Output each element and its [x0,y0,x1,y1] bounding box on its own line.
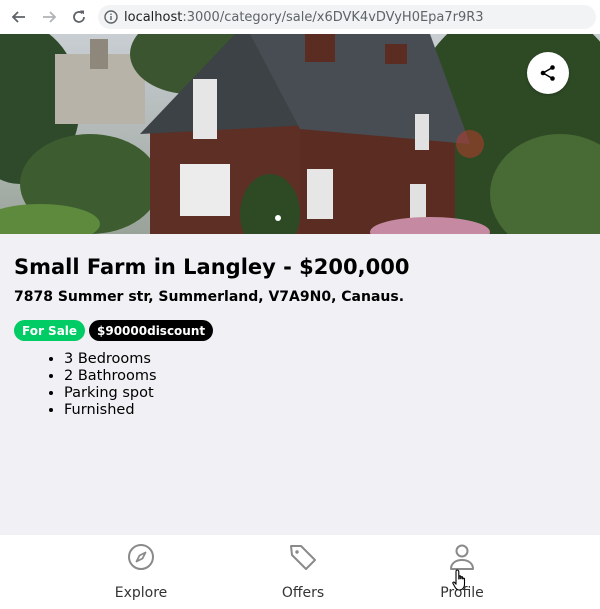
nav-item-offers[interactable]: Offers [248,535,358,609]
share-icon [540,65,555,81]
feature-item: 3 Bedrooms [64,351,157,368]
feature-item: Parking spot [64,385,157,402]
compass-icon [127,542,155,572]
listing-address: 7878 Summer str, Summerland, V7A9N0, Can… [14,289,405,305]
share-button[interactable] [527,52,569,94]
tag-icon [288,542,318,572]
feature-item: Furnished [64,402,157,419]
features-list: 3 Bedrooms 2 Bathrooms Parking spot Furn… [14,351,157,419]
feature-item: 2 Bathrooms [64,368,157,385]
arrow-left-icon [11,11,25,23]
forward-button[interactable] [38,6,60,28]
discount-badge: $90000discount [89,320,214,341]
reload-button[interactable] [68,6,90,28]
nav-label-offers: Offers [281,585,325,601]
browser-toolbar: localhost:3000/category/sale/x6DVK4vDVyH… [0,0,600,35]
sale-badge: For Sale [14,320,86,341]
hero-image[interactable] [0,34,600,234]
url-host: localhost [124,9,183,25]
reload-icon [73,10,85,23]
nav-item-explore[interactable]: Explore [86,535,196,609]
carousel-dot[interactable] [275,215,281,221]
url-path: :3000/category/sale/x6DVK4vDVyH0Epa7r9R3 [182,9,484,25]
info-icon[interactable] [104,10,118,24]
url-text: localhost:3000/category/sale/x6DVK4vDVyH… [124,10,484,25]
bottom-nav: Explore Offers Profile [0,535,600,609]
arrow-right-icon [43,11,57,23]
nav-label-explore: Explore [114,585,168,601]
back-button[interactable] [8,6,30,28]
listing-title: Small Farm in Langley - $200,000 [14,255,410,279]
hand-cursor-icon [452,568,470,596]
address-bar[interactable]: localhost:3000/category/sale/x6DVK4vDVyH… [98,5,596,29]
